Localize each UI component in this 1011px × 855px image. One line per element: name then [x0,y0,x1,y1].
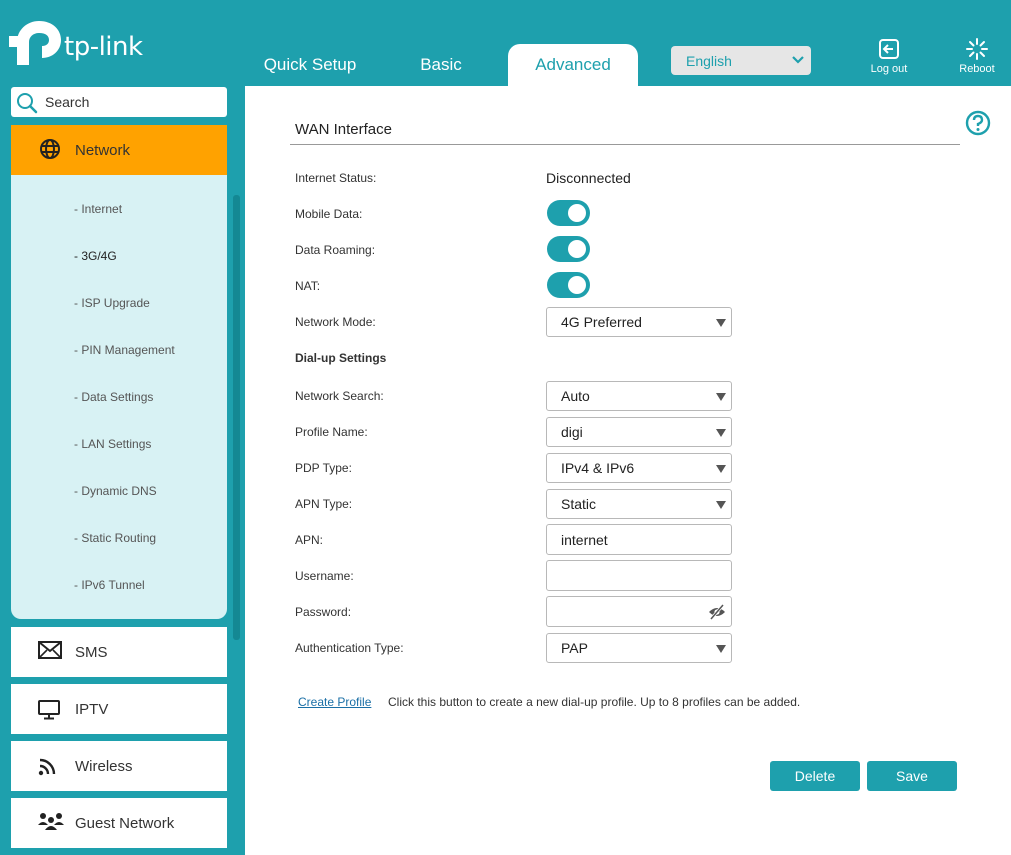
internet-status-label: Internet Status: [295,171,377,185]
sidebar-item-network[interactable]: Network [11,125,227,175]
sidebar-item-iptv[interactable]: IPTV [11,684,227,734]
reboot-label: Reboot [959,63,995,75]
sidebar-item-wireless[interactable]: Wireless [11,741,227,791]
mobile-data-toggle[interactable] [547,200,590,226]
dropdown-arrow-icon [716,393,726,401]
dropdown-arrow-icon [716,319,726,327]
dropdown-arrow-icon [716,429,726,437]
apn-input[interactable]: internet [546,524,732,555]
pdp-type-label: PDP Type: [295,461,352,475]
apn-value: internet [561,531,608,548]
logout-button[interactable]: Log out [859,38,919,75]
password-label: Password: [295,605,352,619]
submenu-dynamic-dns[interactable]: - Dynamic DNS [74,484,157,498]
tp-link-logo-icon [9,21,61,65]
tab-basic[interactable]: Basic [380,44,502,86]
reboot-icon [966,38,988,60]
internet-status-value: Disconnected [546,170,631,186]
submenu-internet[interactable]: - Internet [74,202,122,216]
network-mode-value: 4G Preferred [561,314,642,330]
nat-toggle[interactable] [547,272,590,298]
tab-quick-setup[interactable]: Quick Setup [248,44,372,86]
pdp-type-value: IPv4 & IPv6 [561,460,635,476]
network-search-select[interactable]: Auto [546,381,732,411]
help-button[interactable] [965,110,991,141]
profile-name-select[interactable]: digi [546,417,732,447]
dialup-settings-heading: Dial-up Settings [295,351,387,365]
language-value: English [686,52,732,69]
logout-icon [879,39,899,59]
apn-type-label: APN Type: [295,497,353,511]
sidebar-item-label: IPTV [75,700,109,718]
sidebar-item-label: Wireless [75,757,133,775]
globe-icon [40,139,60,159]
title-divider [290,144,960,145]
sidebar-item-label: Network [75,141,131,159]
username-label: Username: [295,569,354,583]
auth-type-value: PAP [561,640,588,656]
main-panel: WAN Interface Internet Status: Disconnec… [245,86,1011,855]
auth-type-label: Authentication Type: [295,641,404,655]
eye-slash-icon[interactable] [708,604,726,620]
network-search-label: Network Search: [295,389,384,403]
submenu-isp-upgrade[interactable]: - ISP Upgrade [74,296,150,310]
auth-type-select[interactable]: PAP [546,633,732,663]
data-roaming-toggle[interactable] [547,236,590,262]
dropdown-arrow-icon [716,645,726,653]
create-profile-link[interactable]: Create Profile [298,695,371,709]
search-input[interactable]: Search [11,87,227,117]
search-label: Search [45,94,90,110]
network-mode-label: Network Mode: [295,315,376,329]
sidebar-item-guest-network[interactable]: Guest Network [11,798,227,848]
guests-icon [38,813,64,830]
delete-button[interactable]: Delete [770,761,860,791]
profile-name-value: digi [561,424,583,440]
wifi-icon [38,758,56,776]
create-profile-hint: Click this button to create a new dial-u… [388,695,801,709]
reboot-button[interactable]: Reboot [947,38,1007,75]
sidebar-item-sms[interactable]: SMS [11,627,227,677]
submenu-lan-settings[interactable]: - LAN Settings [74,437,151,451]
monitor-icon [38,700,60,720]
save-button[interactable]: Save [867,761,957,791]
tab-advanced[interactable]: Advanced [508,44,638,86]
brand-name: tp-link [64,32,143,62]
submenu-pin-management[interactable]: - PIN Management [74,343,175,357]
submenu-static-routing[interactable]: - Static Routing [74,531,156,545]
sidebar-scrollbar[interactable] [233,195,240,640]
chevron-down-icon [792,56,804,64]
mobile-data-label: Mobile Data: [295,207,363,221]
dropdown-arrow-icon [716,501,726,509]
sidebar-item-label: Guest Network [75,814,175,832]
logout-label: Log out [870,63,908,75]
apn-type-select[interactable]: Static [546,489,732,519]
data-roaming-label: Data Roaming: [295,243,376,257]
help-icon [965,110,991,136]
pdp-type-select[interactable]: IPv4 & IPv6 [546,453,732,483]
network-mode-select[interactable]: 4G Preferred [546,307,732,337]
apn-label: APN: [295,533,324,547]
sidebar-item-label: SMS [75,643,108,661]
network-submenu: - Internet - 3G/4G - ISP Upgrade - PIN M… [11,175,227,619]
envelope-icon [38,641,62,659]
nat-label: NAT: [295,279,321,293]
network-search-value: Auto [561,388,590,404]
submenu-ipv6-tunnel[interactable]: - IPv6 Tunnel [74,578,145,592]
password-input[interactable] [546,596,732,627]
submenu-3g4g[interactable]: - 3G/4G [74,249,117,263]
language-select[interactable]: English [671,46,811,75]
username-input[interactable] [546,560,732,591]
apn-type-value: Static [561,496,597,512]
page-title: WAN Interface [295,121,392,138]
profile-name-label: Profile Name: [295,425,368,439]
submenu-data-settings[interactable]: - Data Settings [74,390,153,404]
dropdown-arrow-icon [716,465,726,473]
search-icon [17,93,38,114]
